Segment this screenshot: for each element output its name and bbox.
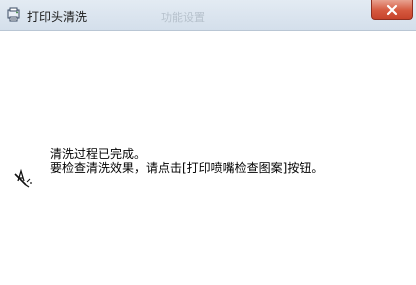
- title-bar[interactable]: 打印头清洗 功能设置: [0, 0, 416, 31]
- message-line-1: 清洗过程已完成。: [50, 147, 147, 161]
- close-icon: [385, 4, 399, 16]
- print-check-pen-icon: [12, 165, 36, 189]
- printer-maintenance-icon: [6, 7, 22, 23]
- dialog-content: 清洗过程已完成。 要检查清洗效果，请点击[打印喷嘴检查图案]按钮。: [0, 31, 416, 285]
- completion-message: 清洗过程已完成。 要检查清洗效果，请点击[打印喷嘴检查图案]按钮。: [50, 147, 323, 175]
- close-button[interactable]: [371, 0, 413, 20]
- dialog-window: 打印头清洗 功能设置 清洗过程已完成。 要检查清洗效果，请点击[打印喷嘴检查图案…: [0, 0, 416, 285]
- message-line-2: 要检查清洗效果，请点击[打印喷嘴检查图案]按钮。: [50, 161, 324, 175]
- window-title: 打印头清洗: [27, 10, 88, 24]
- background-tab-text: 功能设置: [161, 11, 205, 24]
